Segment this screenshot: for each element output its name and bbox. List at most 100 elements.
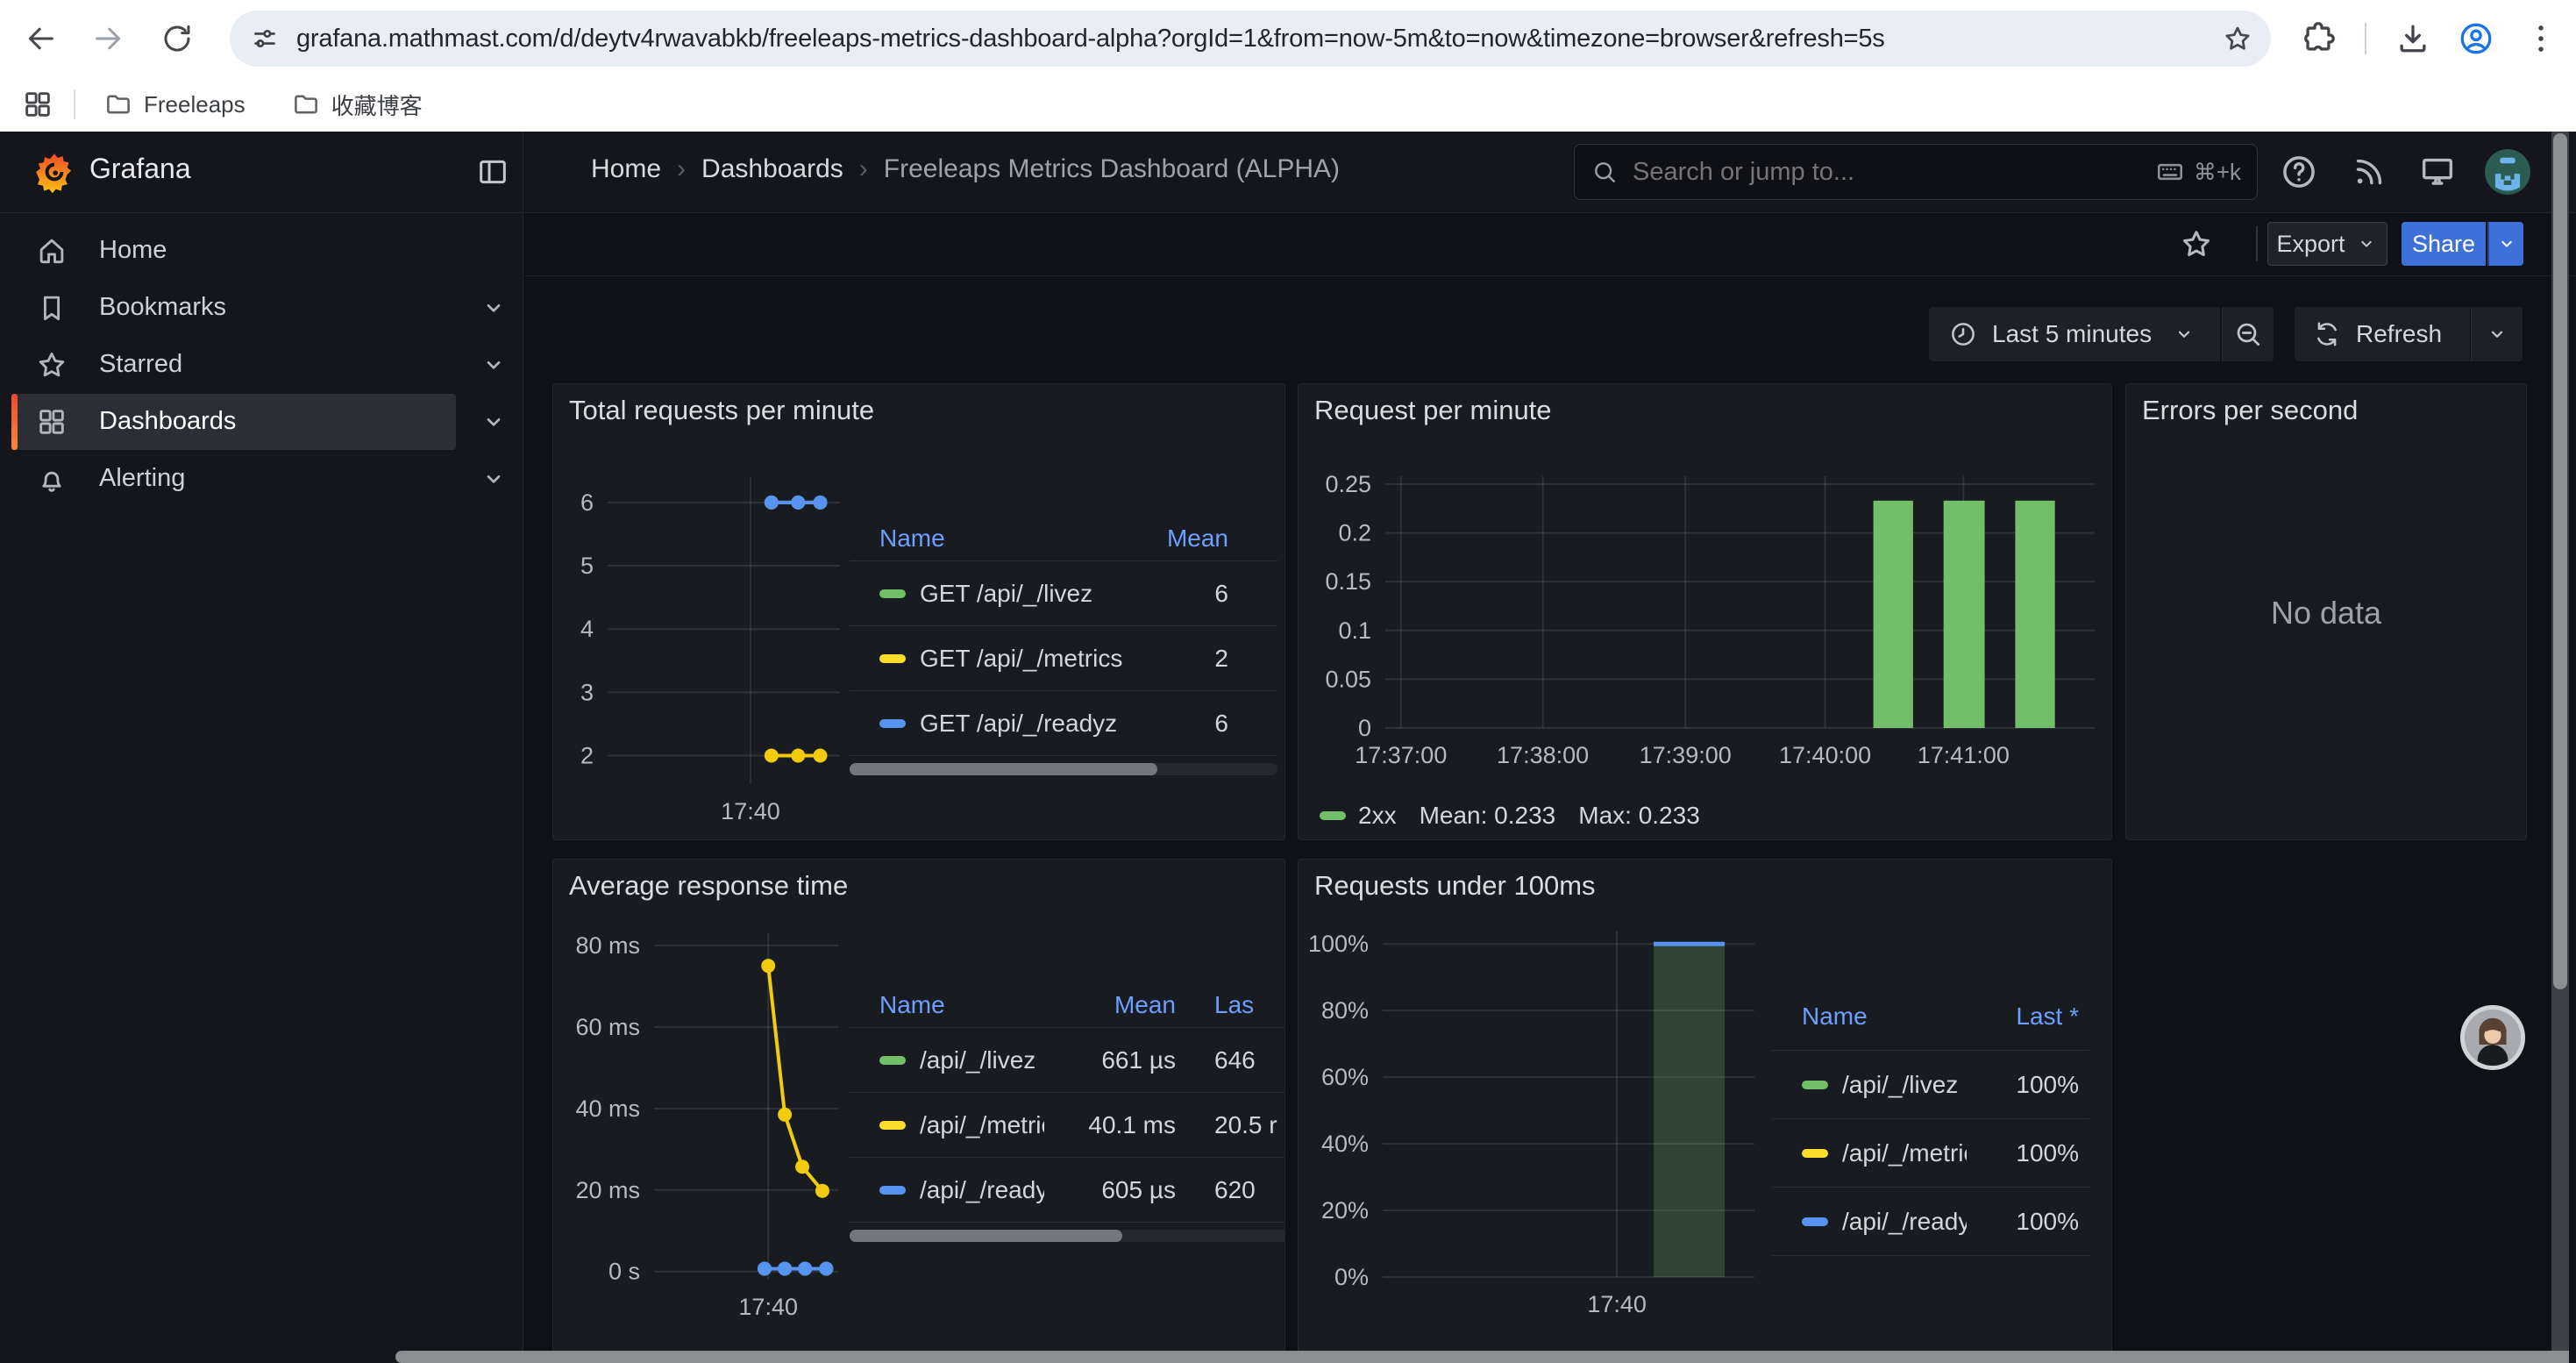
panel-request-per-minute: Request per minute 17:37:0017:38:0017:39… xyxy=(1298,383,2112,840)
breadcrumb-dashboards[interactable]: Dashboards xyxy=(701,154,843,184)
x-tick-label: 17:40 xyxy=(721,798,780,824)
legend-scrollbar-thumb[interactable] xyxy=(850,1230,1122,1242)
grafana-logo[interactable] xyxy=(33,151,75,193)
sidebar-item-alerting[interactable]: Alerting xyxy=(11,451,456,507)
panel-errors-per-second: Errors per second No data xyxy=(2125,383,2527,840)
sidebar-item-label: Dashboards xyxy=(99,407,236,436)
legend-scrollbar-thumb[interactable] xyxy=(850,763,1157,775)
dock-sidebar-icon[interactable] xyxy=(475,154,510,189)
address-bar[interactable]: grafana.mathmast.com/d/deytv4rwavabkb/fr… xyxy=(230,11,2271,67)
time-controls: Last 5 minutes Refresh xyxy=(524,282,2576,383)
legend-value: 100% xyxy=(1967,1208,2089,1236)
chevron-down-icon[interactable] xyxy=(478,406,509,438)
panel-title[interactable]: Requests under 100ms xyxy=(1314,870,1596,902)
panel-title[interactable]: Total requests per minute xyxy=(569,395,874,426)
panel-title[interactable]: Request per minute xyxy=(1314,395,1552,426)
panel-title[interactable]: Average response time xyxy=(569,870,848,902)
series-point xyxy=(791,749,805,763)
bookmarks-divider xyxy=(74,89,75,119)
toolbar-divider xyxy=(2365,23,2366,54)
y-tick-label: 60 ms xyxy=(575,1014,640,1040)
refresh-label: Refresh xyxy=(2356,320,2442,348)
chevron-down-icon[interactable] xyxy=(478,463,509,495)
x-tick-label: 17:40:00 xyxy=(1779,742,1871,768)
chevron-down-icon[interactable] xyxy=(478,292,509,324)
legend-row[interactable]: /api/_/readyz605 µs620 xyxy=(850,1158,1285,1223)
legend-row[interactable]: /api/_/metrics100% xyxy=(1772,1119,2089,1188)
timeseries-chart[interactable]: 17:4080 ms60 ms40 ms20 ms0 s xyxy=(575,924,850,1322)
search-shortcut: ⌘+k xyxy=(2155,157,2241,187)
chevron-down-icon[interactable] xyxy=(478,349,509,381)
favorite-dashboard-icon[interactable] xyxy=(2179,226,2214,261)
menu-icon[interactable] xyxy=(2522,19,2560,58)
bookmark-folder-blogs[interactable]: 收藏博客 xyxy=(281,89,423,121)
share-menu-button[interactable] xyxy=(2487,222,2523,266)
share-button[interactable]: Share xyxy=(2402,222,2486,266)
panel-title[interactable]: Errors per second xyxy=(2142,395,2358,426)
sidebar-item-home[interactable]: Home xyxy=(11,223,456,279)
search-input[interactable] xyxy=(1631,157,2155,188)
vertical-scrollbar-thumb[interactable] xyxy=(2553,133,2567,989)
legend-column-header[interactable]: Name xyxy=(1802,1003,1967,1031)
time-range-picker[interactable]: Last 5 minutes xyxy=(1929,307,2220,361)
assistant-avatar[interactable] xyxy=(2460,1005,2525,1070)
forward-icon[interactable] xyxy=(91,21,126,56)
site-settings-icon[interactable] xyxy=(249,23,281,54)
legend-row[interactable]: GET /api/_/metrics2 xyxy=(850,626,1277,691)
refresh-button[interactable]: Refresh xyxy=(2295,307,2470,361)
user-avatar[interactable] xyxy=(2485,149,2530,195)
y-tick-label: 0.15 xyxy=(1325,568,1371,595)
bar-chart[interactable]: 17:40100%80%60%40%20%0% xyxy=(1304,922,1767,1319)
back-icon[interactable] xyxy=(23,21,58,56)
legend-column-header[interactable]: Mean xyxy=(1128,525,1277,553)
legend-row[interactable]: /api/_/livez661 µs646 xyxy=(850,1028,1285,1093)
breadcrumb-home[interactable]: Home xyxy=(591,154,661,184)
url-text[interactable]: grafana.mathmast.com/d/deytv4rwavabkb/fr… xyxy=(296,25,1885,54)
profile-icon[interactable] xyxy=(2457,19,2495,58)
bookmark-folder-freeleaps[interactable]: Freeleaps xyxy=(93,89,246,119)
legend-column-header[interactable]: Las xyxy=(1176,991,1285,1019)
legend-column-header[interactable]: Last * xyxy=(1967,1003,2089,1031)
export-button[interactable]: Export xyxy=(2267,222,2387,266)
horizontal-scrollbar[interactable] xyxy=(395,1351,2569,1363)
legend-value: 661 µs xyxy=(1044,1046,1176,1074)
breadcrumb-separator: › xyxy=(677,154,686,184)
legend-row[interactable]: /api/_/readyz100% xyxy=(1772,1188,2089,1256)
sidebar-item-starred[interactable]: Starred xyxy=(11,337,456,393)
brand-name: Grafana xyxy=(89,153,191,185)
zoom-out-button[interactable] xyxy=(2222,307,2274,361)
legend-row[interactable]: /api/_/metrics40.1 ms20.5 r xyxy=(850,1093,1285,1158)
legend[interactable]: 2xx Mean: 0.233 Max: 0.233 xyxy=(1320,798,1700,833)
reload-icon[interactable] xyxy=(160,21,195,56)
legend-value: 646 xyxy=(1176,1046,1285,1074)
legend-scrollbar[interactable] xyxy=(850,1230,1285,1242)
legend-column-header[interactable]: Name xyxy=(879,525,1128,553)
zoom-out-icon xyxy=(2232,318,2264,350)
apps-grid-icon[interactable] xyxy=(21,88,54,121)
legend-column-header[interactable]: Name xyxy=(879,991,1044,1019)
vertical-scrollbar[interactable] xyxy=(2551,132,2569,1363)
help-icon[interactable] xyxy=(2279,152,2319,192)
extensions-icon[interactable] xyxy=(2299,19,2338,58)
bar xyxy=(1874,501,1913,728)
sidebar-item-bookmarks[interactable]: Bookmarks xyxy=(11,280,456,336)
legend-row[interactable]: /api/_/livez100% xyxy=(1772,1051,2089,1119)
legend-scrollbar[interactable] xyxy=(850,763,1277,775)
legend-column-header[interactable]: Mean xyxy=(1044,991,1176,1019)
news-rss-icon[interactable] xyxy=(2349,152,2389,192)
downloads-icon[interactable] xyxy=(2394,19,2432,58)
kiosk-monitor-icon[interactable] xyxy=(2417,152,2458,192)
refresh-interval-button[interactable] xyxy=(2471,307,2523,361)
bar-chart[interactable]: 17:37:0017:38:0017:39:0017:40:0017:41:00… xyxy=(1333,467,2107,770)
legend-row[interactable]: GET /api/_/readyz6 xyxy=(850,691,1277,756)
timeseries-chart[interactable]: 17:4065432 xyxy=(564,468,852,826)
series-line xyxy=(768,966,822,1191)
sidebar-item-dashboards[interactable]: Dashboards xyxy=(11,394,456,450)
y-tick-label: 20 ms xyxy=(575,1177,640,1203)
y-tick-label: 100% xyxy=(1308,931,1369,957)
legend-row[interactable]: GET /api/_/livez6 xyxy=(850,561,1277,626)
toolbar-divider xyxy=(2256,226,2258,261)
bookmark-star-icon[interactable] xyxy=(2222,23,2253,54)
search-box[interactable]: ⌘+k xyxy=(1574,144,2258,200)
series-name: /api/_/metrics xyxy=(920,1111,1044,1139)
